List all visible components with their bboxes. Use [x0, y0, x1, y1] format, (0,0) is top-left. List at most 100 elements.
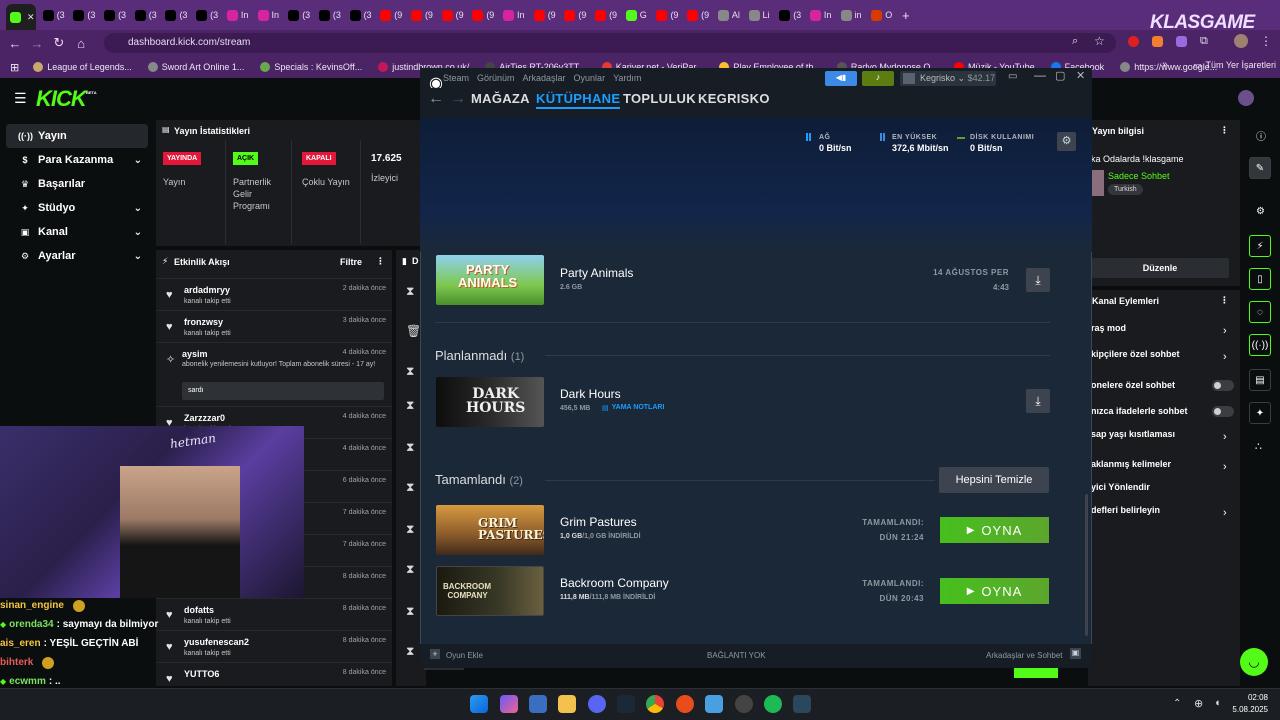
user-avatar[interactable]: [1238, 90, 1254, 106]
spotify-icon[interactable]: [764, 695, 782, 713]
minimize-icon[interactable]: —: [1034, 68, 1046, 82]
sidebar-item[interactable]: $ Para Kazanma ⌄: [6, 148, 148, 172]
backroom-company-thumbnail[interactable]: BACKROOM COMPANY: [436, 566, 544, 616]
extensions-puzzle-icon[interactable]: ⧉: [1200, 35, 1208, 48]
connection-status[interactable]: BAĞLANTI YOK: [707, 651, 766, 660]
start-icon[interactable]: [470, 695, 488, 713]
activity-item[interactable]: ♥ fronzwsy kanalı takip etti 3 dakika önce: [156, 310, 392, 342]
completed-game-title[interactable]: Backroom Company: [560, 576, 669, 590]
share-icon[interactable]: ∴: [1255, 440, 1262, 453]
chat-username[interactable]: ecwmm: [9, 676, 46, 687]
browser-tab[interactable]: in: [837, 4, 865, 26]
channel-action-item[interactable]: kipçilere özel sohbet: [1091, 349, 1180, 359]
hourglass-icon[interactable]: ⧗: [406, 522, 414, 537]
browser-tab[interactable]: (3: [775, 4, 803, 26]
browser-tab[interactable]: ✕: [6, 4, 36, 30]
toggle-switch[interactable]: [1212, 406, 1234, 417]
all-bookmarks-button[interactable]: ▭ Tüm Yer İşaretleri: [1193, 60, 1276, 71]
edit-button[interactable]: Düzenle: [1091, 258, 1229, 278]
discord-icon[interactable]: [588, 695, 606, 713]
hamburger-menu-icon[interactable]: ☰: [14, 90, 27, 107]
category-link[interactable]: Sadece Sohbet: [1108, 171, 1170, 181]
chevron-right-icon[interactable]: ›: [1223, 351, 1227, 363]
activity-item[interactable]: ♥ yusufenescan2 kanalı takip etti 8 dakika …: [156, 630, 392, 662]
browser-tab[interactable]: In: [254, 4, 282, 26]
activity-item[interactable]: ♥ dofatts kanalı takip etti 8 dakika önce: [156, 598, 392, 630]
browser-tab[interactable]: (3: [346, 4, 374, 26]
channel-action-item[interactable]: sap yaşı kısıtlaması: [1091, 429, 1175, 439]
activity-item[interactable]: ✧ aysim abonelik yenilemesini kutluyor! To…: [156, 342, 392, 406]
channel-action-item[interactable]: nızca ifadelerle sohbet: [1091, 406, 1188, 416]
extension-icon[interactable]: [1152, 36, 1163, 47]
sidebar-item[interactable]: ((·)) Yayın: [6, 124, 148, 148]
chat-username[interactable]: orenda34: [9, 619, 53, 630]
nav-store[interactable]: MAĞAZA: [471, 91, 530, 106]
friends-chat-icon[interactable]: ▣: [1070, 648, 1081, 659]
bookmark-item[interactable]: League of Legends...: [33, 62, 132, 72]
back-icon[interactable]: ←: [4, 36, 26, 51]
browser-tab[interactable]: (3: [39, 4, 67, 26]
trash-icon[interactable]: 🗑: [406, 324, 421, 338]
browser-tab[interactable]: In: [806, 4, 834, 26]
chrome-icon[interactable]: [646, 695, 664, 713]
activity-item[interactable]: ♥ ardadmryy kanalı takip etti 2 dakika önce: [156, 278, 392, 310]
queued-game-title[interactable]: Party Animals: [560, 266, 633, 280]
sidebar-item[interactable]: ♛ Başarılar: [6, 172, 148, 196]
channel-action-item[interactable]: raş mod: [1091, 323, 1126, 333]
hourglass-icon[interactable]: ⧗: [406, 364, 414, 379]
obs-icon[interactable]: [735, 695, 753, 713]
browser-tab[interactable]: G: [622, 4, 650, 26]
unscheduled-game-title[interactable]: Dark Hours: [560, 387, 621, 401]
extension-icon[interactable]: [1128, 36, 1139, 47]
completed-game-title[interactable]: Grim Pastures: [560, 515, 637, 529]
chevron-right-icon[interactable]: ›: [1223, 325, 1227, 337]
globe-tray-icon[interactable]: ⊕: [1194, 697, 1203, 710]
sidebar-item[interactable]: ✦ Stüdyo ⌄: [6, 196, 148, 220]
chat-username[interactable]: ais_eren: [0, 638, 41, 649]
browser-tab[interactable]: In: [499, 4, 527, 26]
browser-tab[interactable]: Al: [714, 4, 742, 26]
settings-icon[interactable]: ⚙: [1256, 206, 1265, 217]
toggle-switch[interactable]: [1212, 380, 1234, 391]
chevron-right-icon[interactable]: ›: [1223, 461, 1227, 473]
activity-item[interactable]: ♥ YUTTO6 8 dakika önce: [156, 662, 392, 686]
info-icon[interactable]: ⓘ: [1256, 128, 1266, 143]
pencil-icon[interactable]: ✎: [1249, 157, 1271, 179]
add-game-icon[interactable]: +: [430, 649, 440, 659]
close-tab-icon[interactable]: ✕: [27, 12, 35, 23]
hourglass-icon[interactable]: ⧗: [406, 604, 414, 619]
browser-tab[interactable]: (9: [530, 4, 558, 26]
browser-tab[interactable]: O: [867, 4, 895, 26]
channel-action-item[interactable]: yici Yönlendir: [1091, 482, 1150, 492]
announce-icon[interactable]: ◀▮: [825, 71, 857, 86]
nav-library[interactable]: KÜTÜPHANE: [536, 91, 621, 109]
kick-logo[interactable]: KICK: [36, 86, 87, 112]
bell-icon[interactable]: ♪: [862, 71, 894, 86]
activity-menu-icon[interactable]: ⋮: [376, 256, 385, 267]
hourglass-icon[interactable]: ⧗: [406, 480, 414, 495]
bookmark-item[interactable]: Sword Art Online 1...: [147, 62, 244, 72]
browser-tab[interactable]: (9: [376, 4, 404, 26]
copilot-icon[interactable]: [500, 695, 518, 713]
tray-chevron-icon[interactable]: ⌃: [1173, 698, 1181, 709]
nav-profile[interactable]: KEGRISKO: [698, 91, 770, 106]
url-bar[interactable]: dashboard.kick.com/stream: [104, 33, 1116, 53]
browser-tab[interactable]: (9: [468, 4, 496, 26]
steam-forward-icon[interactable]: →: [450, 90, 466, 108]
star-icon[interactable]: ☆: [1094, 34, 1105, 48]
stream-info-menu-icon[interactable]: ⋮: [1220, 125, 1229, 136]
scrollbar-thumb[interactable]: [1085, 494, 1088, 636]
file-explorer-icon[interactable]: [558, 695, 576, 713]
party-animals-thumbnail[interactable]: PARTY ANIMALS: [436, 255, 544, 305]
steam-back-icon[interactable]: ←: [428, 90, 444, 108]
browser-tab[interactable]: (9: [407, 4, 435, 26]
clock-time[interactable]: 02:08: [1232, 693, 1268, 702]
nav-community[interactable]: TOPLULUK: [623, 91, 696, 106]
filter-button[interactable]: Filtre: [340, 257, 362, 267]
bolt-tool-icon[interactable]: ⚡: [1249, 235, 1271, 257]
broadcast-icon[interactable]: ((·)): [1249, 334, 1271, 356]
browser-tab[interactable]: (9: [591, 4, 619, 26]
browser-tab[interactable]: In: [223, 4, 251, 26]
origin-icon[interactable]: [676, 695, 694, 713]
browser-tab[interactable]: (9: [683, 4, 711, 26]
